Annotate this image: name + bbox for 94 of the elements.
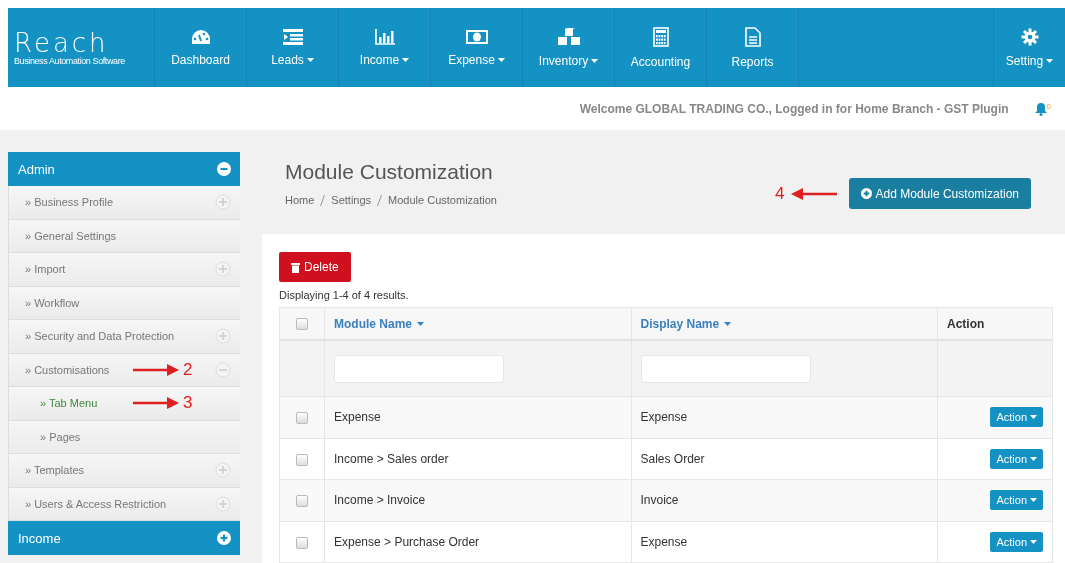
notification-button[interactable]: 0 bbox=[1034, 101, 1051, 116]
filter-field[interactable] bbox=[334, 354, 504, 383]
add-module-customization-button[interactable]: Add Module Customization bbox=[848, 178, 1031, 209]
table-cell: Invoice bbox=[640, 493, 679, 508]
bar-chart-icon bbox=[374, 28, 395, 45]
welcome-message: Welcome GLOBAL TRADING CO., Logged in for Home Branch - GST Plugin bbox=[579, 101, 1009, 116]
annotation-number: 2 bbox=[183, 359, 193, 380]
section-title: Admin bbox=[18, 161, 55, 177]
sidebar-item[interactable]: » Security and Data Protection bbox=[8, 320, 240, 354]
table-cell: Expense bbox=[640, 410, 688, 425]
sidebar-item-label: » Templates bbox=[25, 464, 85, 477]
column-header[interactable]: Display Name bbox=[640, 316, 720, 331]
delete-button[interactable]: Delete bbox=[279, 252, 351, 282]
action-button[interactable]: Action bbox=[990, 490, 1043, 511]
notification-count: 0 bbox=[1046, 101, 1051, 111]
logo-tagline: Business Automation Software bbox=[14, 55, 126, 66]
banknote-icon bbox=[465, 28, 488, 45]
sidebar-item[interactable]: » Templates bbox=[8, 454, 240, 488]
sidebar-item-label: » Customisations bbox=[25, 363, 110, 376]
sidebar-item[interactable]: » Tab Menu 3 bbox=[8, 387, 240, 421]
sidebar-item-label: » Tab Menu bbox=[40, 397, 98, 410]
sidebar-section-header[interactable]: Income bbox=[8, 521, 240, 555]
nav-item[interactable]: Dashboard bbox=[155, 8, 247, 87]
table-cell: Expense bbox=[334, 410, 381, 425]
sidebar-item-label: » Workflow bbox=[25, 296, 80, 309]
breadcrumb-item[interactable]: Home bbox=[285, 194, 315, 206]
sidebar-item[interactable]: » Customisations 2 bbox=[8, 353, 240, 387]
list-icon bbox=[282, 28, 303, 45]
action-button[interactable]: Action bbox=[990, 448, 1043, 469]
bell-icon bbox=[1034, 101, 1047, 116]
expand-icon[interactable] bbox=[215, 462, 231, 479]
caret-icon bbox=[1030, 415, 1037, 420]
arrow-icon bbox=[133, 363, 179, 376]
sidebar-item[interactable]: » Workflow bbox=[8, 286, 240, 320]
sidebar-item-label: » General Settings bbox=[25, 229, 117, 242]
sidebar-item[interactable]: » Users & Access Restriction bbox=[8, 487, 240, 521]
document-icon bbox=[744, 26, 761, 47]
nav-item[interactable]: Inventory bbox=[523, 8, 615, 87]
expand-icon[interactable] bbox=[215, 328, 231, 345]
sidebar-item[interactable]: » Business Profile bbox=[8, 186, 240, 220]
annotation-number: 4 bbox=[775, 183, 785, 204]
sidebar-item[interactable]: » Import bbox=[8, 253, 240, 287]
sidebar-item-label: » Business Profile bbox=[25, 196, 114, 209]
expand-icon[interactable] bbox=[215, 495, 231, 512]
table-cell: Expense bbox=[640, 534, 688, 549]
page-title: Module Customization bbox=[285, 160, 494, 184]
expand-icon[interactable] bbox=[215, 194, 231, 211]
table-cell: Expense > Purchase Order bbox=[334, 534, 480, 549]
sidebar-item-label: » Pages bbox=[40, 430, 81, 443]
sidebar-item-label: » Import bbox=[25, 263, 66, 276]
caret-icon bbox=[1030, 539, 1037, 544]
column-header[interactable]: Module Name bbox=[334, 316, 412, 331]
annotation-number: 3 bbox=[183, 393, 193, 414]
breadcrumb-item: Module Customization bbox=[388, 194, 497, 206]
nav-item[interactable]: Income bbox=[339, 8, 431, 87]
sidebar-item-label: » Users & Access Restriction bbox=[25, 497, 167, 510]
sidebar-item[interactable]: » Pages bbox=[8, 420, 240, 454]
filter-field[interactable] bbox=[640, 354, 811, 383]
sidebar-section-header[interactable]: Admin bbox=[8, 152, 240, 186]
row-checkbox[interactable] bbox=[296, 453, 308, 466]
arrow-icon bbox=[790, 187, 837, 200]
nav-item[interactable]: Expense bbox=[431, 8, 523, 87]
caret-icon bbox=[1030, 498, 1037, 503]
cubes-icon bbox=[556, 27, 581, 46]
results-summary: Displaying 1-4 of 4 results. bbox=[279, 289, 410, 301]
caret-icon bbox=[1030, 456, 1037, 461]
nav-item[interactable]: Accounting bbox=[615, 8, 707, 87]
select-all-checkbox[interactable] bbox=[296, 318, 308, 331]
nav-item[interactable]: Leads bbox=[247, 8, 339, 87]
breadcrumb-separator-icon bbox=[320, 194, 326, 206]
trash-icon bbox=[291, 261, 300, 273]
action-button[interactable]: Action bbox=[990, 407, 1043, 428]
table-cell: Sales Order bbox=[640, 451, 705, 466]
breadcrumb-item[interactable]: Settings bbox=[331, 194, 372, 206]
table-cell: Income > Sales order bbox=[334, 451, 449, 466]
row-checkbox[interactable] bbox=[296, 536, 308, 549]
nav-item[interactable]: Reports bbox=[707, 8, 799, 87]
row-checkbox[interactable] bbox=[296, 412, 308, 425]
table-cell: Income > Invoice bbox=[334, 493, 426, 508]
column-header: Action bbox=[947, 316, 985, 331]
breadcrumb-separator-icon bbox=[377, 194, 383, 206]
section-title: Income bbox=[18, 530, 61, 546]
nav-item[interactable]: Setting bbox=[993, 8, 1065, 87]
plus-circle-icon bbox=[860, 188, 872, 199]
gauge-icon bbox=[190, 28, 211, 45]
action-button[interactable]: Action bbox=[990, 531, 1043, 552]
sidebar-item-label: » Security and Data Protection bbox=[25, 330, 175, 343]
collapse-icon[interactable] bbox=[215, 361, 231, 378]
arrow-icon bbox=[133, 397, 179, 410]
calculator-icon bbox=[652, 26, 669, 47]
expand-icon[interactable] bbox=[215, 261, 231, 278]
sidebar-item[interactable]: » General Settings bbox=[8, 219, 240, 253]
row-checkbox[interactable] bbox=[296, 495, 308, 508]
logo-wordmark: Reach bbox=[14, 29, 109, 56]
